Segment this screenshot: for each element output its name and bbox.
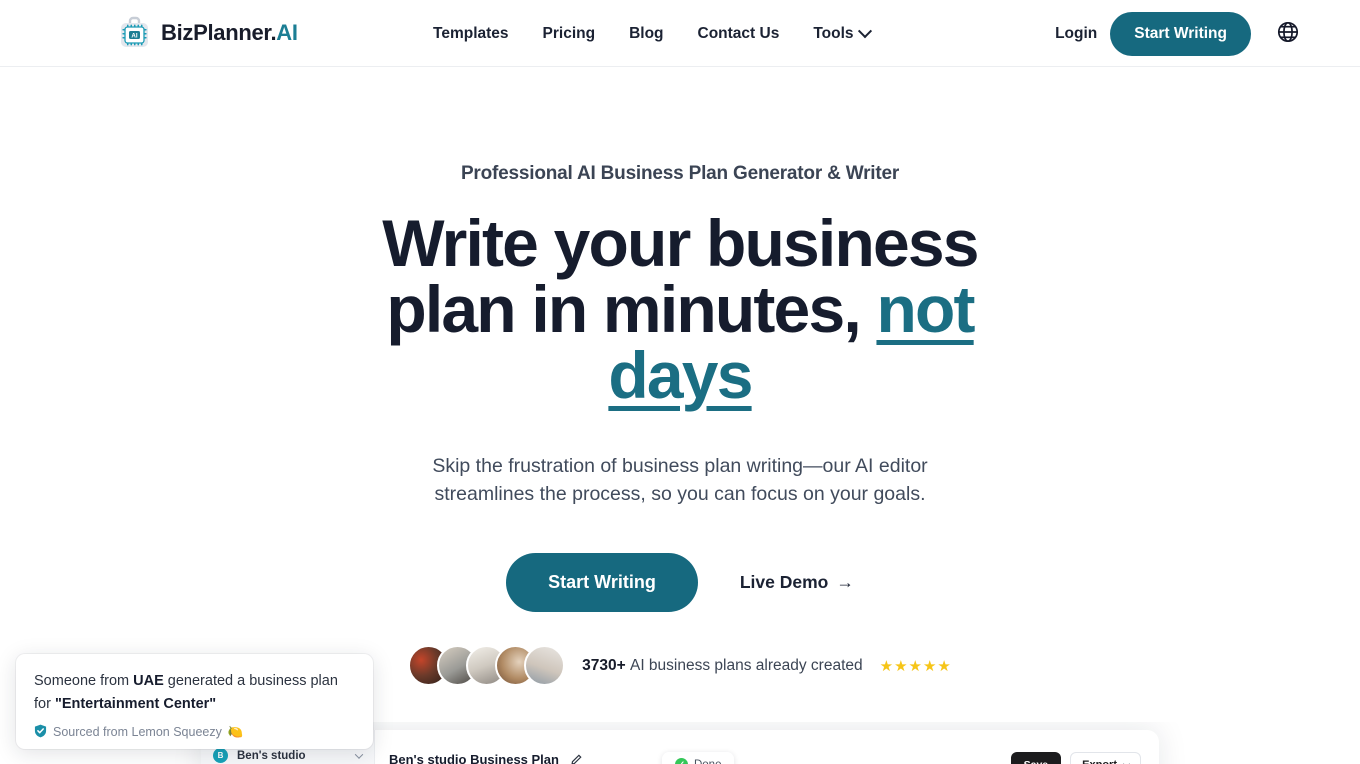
status-label: Done xyxy=(694,759,722,764)
rating-stars: ★★★★★ xyxy=(879,657,952,675)
workspace-name: Ben's studio xyxy=(237,749,306,762)
export-button[interactable]: Export xyxy=(1070,752,1141,764)
globe-icon xyxy=(1276,20,1300,47)
header-start-writing-button[interactable]: Start Writing xyxy=(1110,11,1251,56)
toast-message: Someone from UAE generated a business pl… xyxy=(34,670,355,717)
shield-check-icon xyxy=(34,724,47,741)
social-proof-text: 3730+ AI business plans already created xyxy=(582,657,863,675)
nav-label: Blog xyxy=(629,24,664,42)
pencil-icon[interactable] xyxy=(571,752,582,764)
brand-ai: AI xyxy=(276,20,298,45)
site-header: AI BizPlanner.AI Templates Pricing Blog … xyxy=(0,0,1360,67)
brand-name-text: BizPlanner xyxy=(161,20,271,45)
preview-actions: Save Export xyxy=(1010,752,1141,764)
hero-cta-row: Start Writing Live Demo → xyxy=(0,553,1360,613)
toast-prefix: Someone from xyxy=(34,673,134,689)
avatar-group xyxy=(408,645,566,687)
workspace-switcher[interactable]: B Ben's studio xyxy=(213,748,364,763)
live-demo-link[interactable]: Live Demo → xyxy=(740,572,854,593)
toast-country: UAE xyxy=(133,673,164,689)
ai-briefcase-chip-icon: AI xyxy=(117,14,152,52)
brand-name: BizPlanner.AI xyxy=(161,20,298,46)
language-switcher-button[interactable] xyxy=(1268,14,1308,54)
chevron-down-icon xyxy=(857,23,872,38)
chevron-down-icon xyxy=(354,749,364,759)
brand-logo[interactable]: AI BizPlanner.AI xyxy=(117,14,298,52)
export-label: Export xyxy=(1082,759,1117,764)
nav-label: Tools xyxy=(813,24,854,42)
hero-subtitle: Skip the frustration of business plan wr… xyxy=(432,455,928,506)
lemon-icon: 🍋 xyxy=(227,724,244,739)
hero-section: Professional AI Business Plan Generator … xyxy=(0,67,1360,687)
login-link[interactable]: Login xyxy=(1055,25,1097,43)
nav-item-tools[interactable]: Tools xyxy=(796,23,886,43)
page-title: Write your business plan in minutes, not… xyxy=(330,210,1030,408)
hero-start-writing-button[interactable]: Start Writing xyxy=(506,553,698,613)
activity-toast[interactable]: Someone from UAE generated a business pl… xyxy=(16,654,373,749)
plans-created-label: AI business plans already created xyxy=(629,656,863,674)
header-actions: Login Start Writing xyxy=(1055,0,1360,67)
main-navigation: Templates Pricing Blog Contact Us Tools xyxy=(433,0,887,67)
nav-label: Pricing xyxy=(542,24,596,42)
check-circle-icon: ✓ xyxy=(674,758,688,764)
preview-main: Ben's studio Business Plan ✓ Done Save E… xyxy=(375,730,1159,764)
toast-plan-name: "Entertainment Center" xyxy=(54,696,217,713)
nav-item-blog[interactable]: Blog xyxy=(612,25,680,43)
nav-item-contact-us[interactable]: Contact Us xyxy=(681,25,797,43)
toast-source: Sourced from Lemon Squeezy 🍋 xyxy=(34,724,355,741)
svg-text:AI: AI xyxy=(131,32,137,39)
chevron-down-icon xyxy=(1122,760,1131,764)
arrow-right-icon: → xyxy=(836,572,854,593)
nav-item-pricing[interactable]: Pricing xyxy=(526,25,613,43)
avatar xyxy=(524,645,566,687)
hero-eyebrow: Professional AI Business Plan Generator … xyxy=(460,163,900,184)
live-demo-label: Live Demo xyxy=(739,572,829,593)
status-badge: ✓ Done xyxy=(661,752,735,764)
document-title: Ben's studio Business Plan xyxy=(389,752,559,764)
toast-source-label: Sourced from Lemon Squeezy xyxy=(53,725,222,740)
plans-count: 3730+ xyxy=(582,656,626,674)
nav-label: Contact Us xyxy=(697,24,780,42)
nav-item-templates[interactable]: Templates xyxy=(433,25,526,43)
nav-label: Templates xyxy=(433,24,509,42)
workspace-avatar: B xyxy=(213,748,228,763)
save-button[interactable]: Save xyxy=(1010,752,1062,764)
